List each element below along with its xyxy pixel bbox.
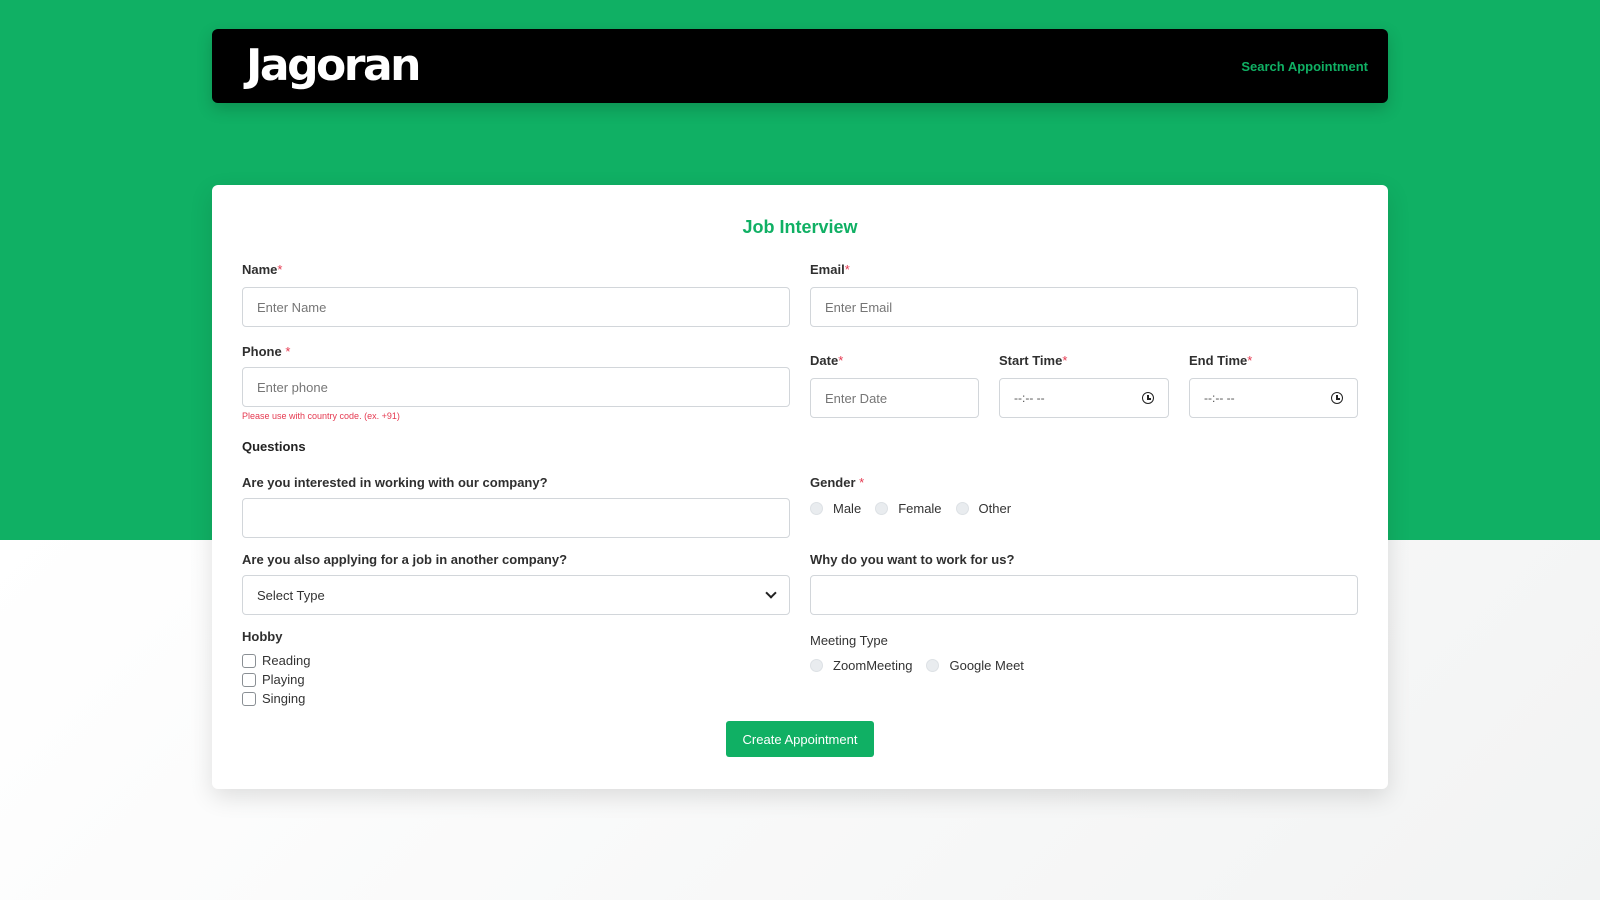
chevron-down-icon xyxy=(765,587,777,599)
name-label-text: Name xyxy=(242,262,278,277)
date-label-text: Date xyxy=(810,353,839,368)
gender-option-male[interactable]: Male xyxy=(810,501,861,516)
create-appointment-button[interactable]: Create Appointment xyxy=(726,721,874,757)
gender-option-female[interactable]: Female xyxy=(875,501,942,516)
radio-button[interactable] xyxy=(810,502,823,515)
start-time-value: --:-- -- xyxy=(1014,391,1045,405)
meeting-type-label: Meeting Type xyxy=(810,633,888,648)
radio-button[interactable] xyxy=(955,502,969,515)
date-input[interactable] xyxy=(810,378,979,418)
hobby-label: Hobby xyxy=(242,629,283,644)
email-input[interactable] xyxy=(810,287,1358,327)
meeting-option-label: ZoomMeeting xyxy=(833,658,913,673)
required-marker: * xyxy=(277,262,283,277)
hobby-option-label: Reading xyxy=(262,653,311,668)
meeting-type-radio-group: ZoomMeeting Google Meet xyxy=(810,658,1038,673)
hobby-option-playing[interactable]: Playing xyxy=(242,670,310,689)
start-time-input[interactable]: --:-- -- xyxy=(999,378,1169,418)
email-label-text: Email xyxy=(810,262,845,277)
meeting-option-google-meet[interactable]: Google Meet xyxy=(926,658,1024,673)
end-time-input[interactable]: --:-- -- xyxy=(1189,378,1358,418)
gender-option-label: Other xyxy=(978,501,1012,516)
required-marker: * xyxy=(859,475,865,490)
why-question-label: Why do you want to work for us? xyxy=(810,552,1015,567)
required-marker: * xyxy=(844,262,850,277)
radio-button[interactable] xyxy=(875,502,889,515)
meeting-option-zoom[interactable]: ZoomMeeting xyxy=(810,658,912,673)
brand-logo[interactable]: Jagoran xyxy=(246,44,422,88)
clock-icon[interactable] xyxy=(1142,392,1154,404)
start-time-label: Start Time* xyxy=(999,353,1067,368)
start-time-label-text: Start Time xyxy=(999,353,1063,368)
navbar: Jagoran Search Appointment xyxy=(212,29,1388,103)
gender-radio-group: Male Female Other xyxy=(810,501,1025,516)
other-company-question-label: Are you also applying for a job in anoth… xyxy=(242,552,568,567)
why-answer-input[interactable] xyxy=(810,575,1358,615)
phone-label-text: Phone xyxy=(242,344,286,359)
required-marker: * xyxy=(1247,353,1253,368)
required-marker: * xyxy=(838,353,844,368)
appointment-form-card: Job Interview Name* Email* Phone * Pleas… xyxy=(212,185,1388,789)
hobby-option-label: Playing xyxy=(262,672,305,687)
phone-input[interactable] xyxy=(242,367,790,407)
checkbox[interactable] xyxy=(242,691,256,706)
required-marker: * xyxy=(1062,353,1068,368)
date-label: Date* xyxy=(810,353,843,368)
phone-label: Phone * xyxy=(242,344,290,359)
gender-option-other[interactable]: Other xyxy=(955,501,1012,516)
gender-option-label: Male xyxy=(833,501,862,516)
radio-button[interactable] xyxy=(810,659,823,672)
name-input[interactable] xyxy=(242,287,790,327)
gender-option-label: Female xyxy=(898,501,942,516)
questions-heading: Questions xyxy=(242,439,306,454)
form-title: Job Interview xyxy=(742,217,858,237)
clock-icon[interactable] xyxy=(1331,392,1343,404)
search-appointment-link[interactable]: Search Appointment xyxy=(1241,59,1368,74)
checkbox[interactable] xyxy=(242,672,256,687)
radio-button[interactable] xyxy=(926,659,940,672)
interested-answer-input[interactable] xyxy=(242,498,790,538)
phone-hint: Please use with country code. (ex. +91) xyxy=(242,411,400,421)
other-company-select[interactable]: Select Type xyxy=(242,575,790,615)
end-time-value: --:-- -- xyxy=(1204,391,1235,405)
meeting-option-label: Google Meet xyxy=(949,658,1024,673)
name-label: Name* xyxy=(242,262,282,277)
required-marker: * xyxy=(285,344,291,359)
checkbox[interactable] xyxy=(242,653,256,668)
interested-question-label: Are you interested in working with our c… xyxy=(242,475,548,490)
gender-label: Gender * xyxy=(810,475,864,490)
hobby-checkbox-group: Reading Playing Singing xyxy=(242,651,310,708)
end-time-label: End Time* xyxy=(1189,353,1252,368)
email-label: Email* xyxy=(810,262,850,277)
end-time-label-text: End Time xyxy=(1189,353,1248,368)
hobby-option-label: Singing xyxy=(262,691,306,706)
gender-label-text: Gender xyxy=(810,475,860,490)
hobby-option-singing[interactable]: Singing xyxy=(242,689,310,708)
hobby-option-reading[interactable]: Reading xyxy=(242,651,310,670)
select-value: Select Type xyxy=(257,587,325,603)
